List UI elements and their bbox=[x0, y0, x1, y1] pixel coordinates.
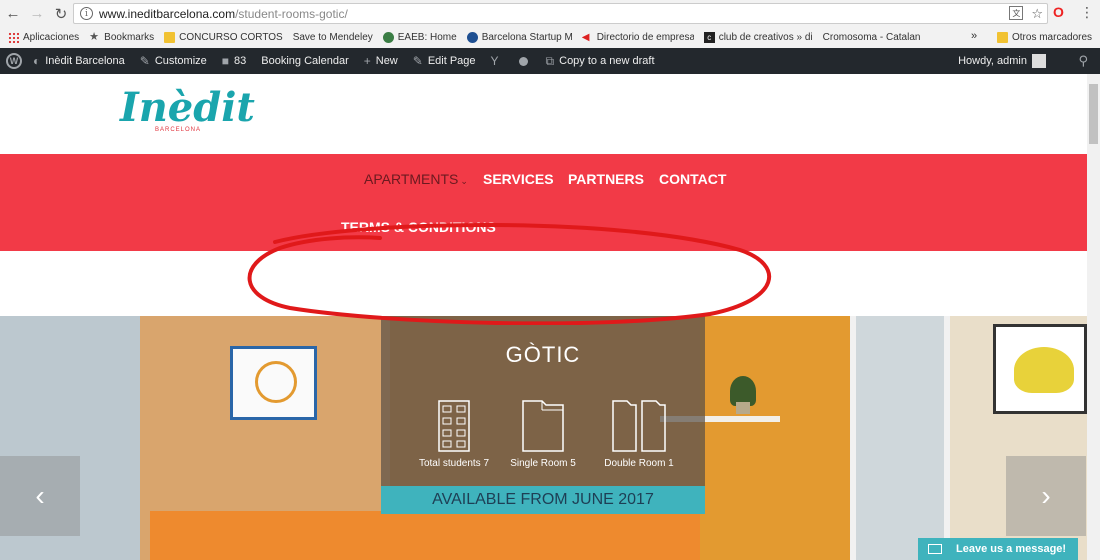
browser-menu-icon[interactable]: ⋮ bbox=[1080, 4, 1094, 21]
hero-slider: GÒTIC Total students 7 Single Room 5 Dou… bbox=[0, 316, 1087, 560]
slider-next-button[interactable]: › bbox=[1006, 456, 1086, 536]
forward-button[interactable]: → bbox=[26, 3, 48, 25]
photo-elephant-frame bbox=[993, 324, 1087, 414]
photo-orange-wall bbox=[700, 316, 850, 560]
photo-pot bbox=[736, 402, 750, 414]
slider-prev-button[interactable]: ‹ bbox=[0, 456, 80, 536]
empty-space bbox=[0, 251, 1087, 316]
scroll-thumb[interactable] bbox=[1089, 84, 1098, 144]
wordpress-logo-icon[interactable]: W bbox=[6, 53, 22, 69]
admin-copy-draft[interactable]: ⧉ Copy to a new draft bbox=[546, 54, 655, 69]
translate-icon[interactable]: 文 bbox=[1009, 6, 1024, 20]
nav-partners[interactable]: PARTNERS bbox=[568, 171, 644, 187]
comment-icon: ■ bbox=[221, 54, 230, 68]
building-icon bbox=[438, 400, 470, 452]
site-header: Inèdit BARCELONA bbox=[0, 74, 1087, 154]
reload-button[interactable]: ↻ bbox=[50, 3, 72, 25]
startup-icon bbox=[466, 32, 478, 43]
bookmark-item[interactable]: Aplicaciones bbox=[8, 32, 79, 43]
double-room-icon bbox=[612, 400, 666, 452]
bookmark-item[interactable]: Barcelona Startup Ma bbox=[466, 32, 572, 43]
browser-toolbar: ← → ↻ i www.ineditbarcelona.com/student-… bbox=[0, 0, 1100, 27]
site-logo[interactable]: Inèdit bbox=[120, 88, 255, 128]
nav-services[interactable]: SERVICES bbox=[483, 171, 554, 187]
page-scrollbar[interactable] bbox=[1087, 74, 1100, 560]
back-button[interactable]: ← bbox=[2, 3, 24, 25]
photo-table bbox=[150, 511, 700, 560]
bookmarks-more-button[interactable]: » bbox=[971, 30, 977, 42]
search-icon[interactable]: ⚲ bbox=[1078, 53, 1088, 69]
admin-account[interactable]: Howdy, admin bbox=[958, 54, 1046, 68]
eaeb-icon bbox=[382, 32, 394, 43]
chevron-left-icon: ‹ bbox=[35, 480, 45, 511]
dashboard-icon: ◐ bbox=[33, 54, 41, 68]
photo-window-right bbox=[850, 316, 950, 560]
nav-terms[interactable]: TERMS & CONDITIONS bbox=[341, 219, 496, 235]
admin-comments[interactable]: ■ 83 bbox=[222, 54, 247, 68]
bookmark-item[interactable]: Cromosoma - Catalan bbox=[823, 32, 921, 43]
bookmark-item[interactable]: ◀ Directorio de empresa bbox=[582, 32, 694, 43]
star-icon: ★ bbox=[89, 32, 100, 43]
plus-icon: + bbox=[363, 54, 371, 68]
admin-site-name[interactable]: ◐ Inèdit Barcelona bbox=[33, 54, 125, 68]
opera-extension-icon[interactable]: O bbox=[1053, 4, 1064, 20]
folder-icon bbox=[164, 32, 176, 43]
bookmark-item[interactable]: EAEB: Home bbox=[382, 32, 457, 43]
seo-status-icon bbox=[518, 56, 528, 66]
stat-double-room: Double Room 1 bbox=[584, 400, 694, 469]
leave-message-button[interactable]: Leave us a message! bbox=[918, 538, 1078, 560]
address-bar[interactable]: i www.ineditbarcelona.com/student-rooms-… bbox=[73, 3, 1048, 24]
url-host: www.ineditbarcelona.com bbox=[99, 6, 236, 21]
folder-icon bbox=[997, 32, 1008, 43]
nav-apartments[interactable]: APARTMENTS ⌄ bbox=[364, 171, 468, 187]
single-room-icon bbox=[522, 400, 564, 452]
browser-chrome: ← → ↻ i www.ineditbarcelona.com/student-… bbox=[0, 0, 1100, 48]
bookmark-item[interactable]: ★ Bookmarks bbox=[89, 32, 154, 43]
bookmark-item[interactable]: Save to Mendeley bbox=[293, 32, 373, 43]
page-viewport: Inèdit BARCELONA APARTMENTS ⌄ SERVICES PA… bbox=[0, 74, 1087, 560]
mail-icon bbox=[928, 544, 942, 554]
info-icon[interactable]: i bbox=[80, 7, 93, 20]
chevron-down-icon: ⌄ bbox=[460, 176, 468, 186]
stat-single-room: Single Room 5 bbox=[488, 400, 598, 469]
photo-fish-frame bbox=[230, 346, 317, 420]
main-nav: APARTMENTS ⌄ SERVICES PARTNERS CONTACT TE… bbox=[0, 154, 1087, 251]
bookmark-item[interactable]: c club de creativos » di bbox=[703, 32, 813, 43]
chevron-right-icon: › bbox=[1041, 480, 1051, 511]
yoast-icon: Y bbox=[490, 54, 499, 68]
club-icon: c bbox=[703, 32, 715, 43]
apps-grid-icon bbox=[8, 32, 19, 43]
admin-edit-page[interactable]: ✎ Edit Page bbox=[413, 54, 476, 68]
logo-subtitle: BARCELONA bbox=[155, 127, 202, 133]
apartment-title: GÒTIC bbox=[505, 342, 581, 367]
copy-icon: ⧉ bbox=[545, 53, 555, 68]
wp-admin-bar: W ◐ Inèdit Barcelona ✎ Customize ■ 83 Booki… bbox=[0, 48, 1100, 74]
availability-banner[interactable]: AVAILABLE FROM JUNE 2017 bbox=[381, 486, 705, 514]
nav-contact[interactable]: CONTACT bbox=[659, 171, 726, 187]
brush-icon: ✎ bbox=[139, 54, 150, 68]
other-bookmarks[interactable]: Otros marcadores bbox=[997, 27, 1092, 48]
bookmark-item[interactable]: CONCURSO CORTOS bbox=[164, 32, 283, 43]
directorio-icon: ◀ bbox=[581, 32, 590, 43]
admin-customize[interactable]: ✎ Customize bbox=[140, 54, 207, 68]
admin-new[interactable]: + New bbox=[364, 54, 398, 68]
bookmarks-bar: Aplicaciones ★ Bookmarks CONCURSO CORTOS … bbox=[0, 27, 1100, 48]
star-bookmark-icon[interactable]: ☆ bbox=[1031, 6, 1043, 22]
avatar bbox=[1032, 54, 1046, 68]
yoast-seo[interactable]: Y bbox=[491, 54, 504, 68]
url-path: /student-rooms-gotic/ bbox=[235, 6, 348, 21]
apartment-info-panel: GÒTIC Total students 7 Single Room 5 Dou… bbox=[381, 316, 705, 514]
pencil-icon: ✎ bbox=[412, 54, 423, 68]
admin-booking-calendar[interactable]: Booking Calendar bbox=[261, 55, 348, 67]
